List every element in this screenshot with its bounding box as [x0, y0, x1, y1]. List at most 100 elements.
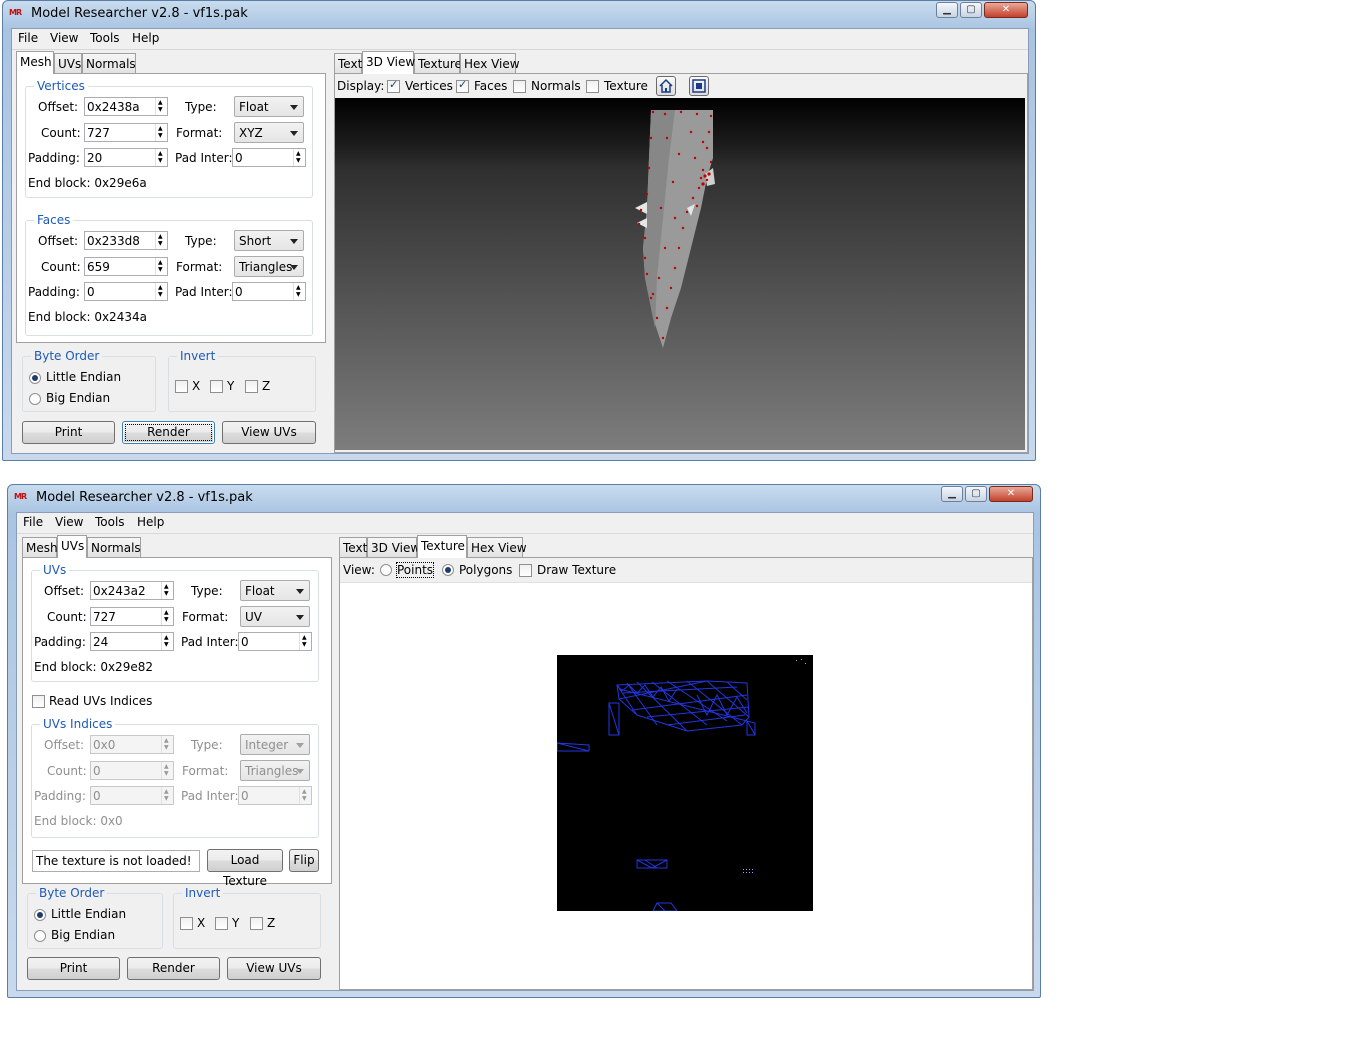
tab-uvs[interactable]: UVs [57, 535, 87, 558]
uv-indices-type-select[interactable]: Integer [240, 734, 310, 755]
title-bar[interactable]: MR Model Researcher v2.8 - vf1s.pak ▁ ▢ … [3, 1, 1035, 27]
menu-file[interactable]: File [23, 515, 43, 529]
view-uvs-button[interactable]: View UVs [222, 421, 316, 444]
window-texture-view: MR Model Researcher v2.8 - vf1s.pak ▁ ▢ … [7, 484, 1041, 998]
points-label[interactable]: Points [395, 562, 435, 578]
maximize-button[interactable]: ▢ [960, 2, 982, 18]
vertices-padding-input[interactable]: 20 ▲ ▼ [84, 148, 168, 167]
invert-x-checkbox[interactable] [175, 380, 188, 393]
uv-indices-offset-input[interactable]: 0x0 ▲ ▼ [90, 735, 174, 754]
tab-mesh[interactable]: Mesh [22, 537, 58, 557]
render-button[interactable]: Render [122, 421, 215, 444]
big-endian-radio[interactable] [34, 930, 46, 942]
uvs-padding-input[interactable]: 24 ▲ ▼ [90, 632, 174, 651]
menu-help[interactable]: Help [137, 515, 164, 529]
menu-file[interactable]: File [18, 31, 38, 45]
invert-y-checkbox[interactable] [210, 380, 223, 393]
minimize-button[interactable]: ▁ [936, 2, 958, 18]
faces-label: Faces [34, 213, 74, 227]
little-endian-label[interactable]: Little Endian [51, 907, 126, 921]
tab-3d-view[interactable]: 3D View [367, 537, 420, 557]
faces-padding-input[interactable]: 0 ▲ ▼ [84, 282, 168, 301]
tab-mesh[interactable]: Mesh [16, 51, 54, 74]
title-bar[interactable]: MR Model Researcher v2.8 - vf1s.pak ▁ ▢ … [8, 485, 1040, 511]
vertices-group: Vertices Offset: 0x2438a ▲ ▼ Type: Float C… [25, 79, 313, 198]
display-vertices-checkbox[interactable] [387, 78, 400, 93]
uv-indices-padding-input[interactable]: 0 ▲ ▼ [90, 786, 174, 805]
vertices-count-input[interactable]: 727 ▲ ▼ [84, 123, 168, 142]
menu-view[interactable]: View [50, 31, 78, 45]
points-radio[interactable] [380, 564, 392, 576]
invert-x-checkbox[interactable] [180, 917, 193, 930]
display-normals-checkbox[interactable] [513, 80, 526, 93]
close-button[interactable]: ✕ [984, 2, 1028, 18]
home-icon[interactable] [656, 76, 676, 96]
tab-texture[interactable]: Texture [417, 535, 467, 558]
big-endian-label[interactable]: Big Endian [51, 928, 115, 942]
invert-x-label: X [197, 916, 206, 930]
uvs-pad-inter-input[interactable]: 0 ▲ ▼ [238, 632, 312, 651]
little-endian-radio[interactable] [29, 372, 41, 384]
flip-button[interactable]: Flip [289, 849, 319, 872]
tab-text[interactable]: Text [334, 53, 362, 73]
display-faces-checkbox[interactable] [456, 78, 469, 93]
invert-z-checkbox[interactable] [250, 917, 263, 930]
menu-view[interactable]: View [55, 515, 83, 529]
uvs-type-select[interactable]: Float [240, 580, 310, 601]
tab-normals[interactable]: Normals [82, 53, 136, 73]
vertices-format-select[interactable]: XYZ [234, 122, 304, 143]
zoom-extents-icon[interactable] [689, 76, 709, 96]
vertices-type-select[interactable]: Float [234, 96, 304, 117]
uvs-offset-input[interactable]: 0x243a2 ▲ ▼ [90, 581, 174, 600]
render-button[interactable]: Render [127, 957, 220, 980]
uvs-label: UVs [40, 563, 70, 577]
menu-tools[interactable]: Tools [90, 31, 120, 45]
display-texture-checkbox[interactable] [586, 80, 599, 93]
faces-pad-inter-input[interactable]: 0 ▲ ▼ [232, 282, 306, 301]
vertices-pad-inter-input[interactable]: 0 ▲ ▼ [232, 148, 306, 167]
tab-uvs[interactable]: UVs [54, 53, 82, 73]
minimize-button[interactable]: ▁ [941, 486, 963, 502]
tab-text[interactable]: Text [339, 537, 367, 557]
vertices-offset-input[interactable]: 0x2438a ▲ ▼ [84, 97, 168, 116]
invert-y-checkbox[interactable] [215, 917, 228, 930]
texture-status-field[interactable]: The texture is not loaded! [32, 850, 200, 872]
big-endian-radio[interactable] [29, 393, 41, 405]
uv-indices-count-input[interactable]: 0 ▲ ▼ [90, 761, 174, 780]
uv-indices-pad-inter-input[interactable]: 0 ▲ ▼ [238, 786, 312, 805]
right-tab-strip: Text 3D View Texture Hex View [339, 535, 639, 558]
print-button[interactable]: Print [27, 957, 120, 980]
maximize-button[interactable]: ▢ [965, 486, 987, 502]
menu-tools[interactable]: Tools [95, 515, 125, 529]
uvs-format-select[interactable]: UV [240, 606, 310, 627]
tab-texture[interactable]: Texture [414, 53, 462, 73]
little-endian-label[interactable]: Little Endian [46, 370, 121, 384]
faces-offset-input[interactable]: 0x233d8 ▲ ▼ [84, 231, 168, 250]
tab-hex-view[interactable]: Hex View [467, 537, 527, 557]
faces-format-select[interactable]: Triangles [234, 256, 304, 277]
invert-z-checkbox[interactable] [245, 380, 258, 393]
3d-viewport[interactable] [335, 98, 1025, 450]
big-endian-label[interactable]: Big Endian [46, 391, 110, 405]
faces-count-input[interactable]: 659 ▲ ▼ [84, 257, 168, 276]
faces-group: Faces Offset: 0x233d8 ▲ ▼ Type: Short Coun… [25, 213, 313, 336]
print-button[interactable]: Print [22, 421, 115, 444]
read-uv-indices-checkbox[interactable] [32, 695, 45, 708]
byte-order-label: Byte Order [36, 886, 108, 900]
view-uvs-button[interactable]: View UVs [227, 957, 321, 980]
menu-help[interactable]: Help [132, 31, 159, 45]
little-endian-radio[interactable] [34, 909, 46, 921]
polygons-radio[interactable] [442, 564, 454, 576]
tab-normals[interactable]: Normals [87, 537, 141, 557]
load-texture-button[interactable]: Load Texture [207, 849, 283, 888]
draw-texture-checkbox[interactable] [519, 564, 532, 577]
mesh-render [635, 110, 715, 348]
uvs-count-input[interactable]: 727 ▲ ▼ [90, 607, 174, 626]
tab-hex-view[interactable]: Hex View [460, 53, 520, 73]
tab-3d-view[interactable]: 3D View [362, 51, 415, 74]
close-button[interactable]: ✕ [989, 486, 1033, 502]
faces-type-select[interactable]: Short [234, 230, 304, 251]
uv-indices-format-select[interactable]: Triangles [240, 760, 310, 781]
polygons-label[interactable]: Polygons [459, 563, 512, 577]
uv-canvas[interactable] [556, 655, 813, 912]
